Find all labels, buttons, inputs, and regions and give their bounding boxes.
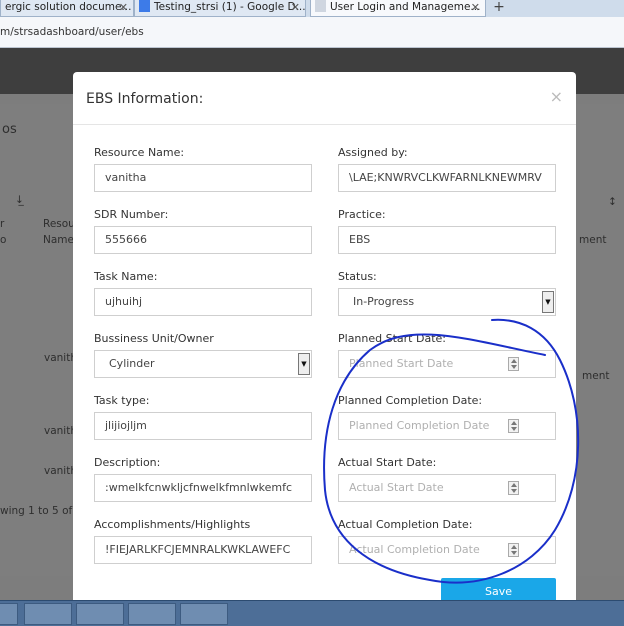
actual-start-placeholder: Actual Start Date: [349, 481, 444, 494]
column-header: Name: [43, 234, 74, 246]
dropdown-arrow-icon[interactable]: ▼: [298, 353, 310, 375]
column-header: Resou: [43, 218, 75, 230]
task-type-input[interactable]: jlijiojljm: [94, 412, 312, 440]
browser-tab[interactable]: ergic solution docume... ✕: [0, 0, 134, 17]
planned-start-date-input[interactable]: Planned Start Date: [338, 350, 556, 378]
new-tab-button[interactable]: +: [488, 0, 510, 16]
address-bar[interactable]: m/strsadashboard/user/ebs: [0, 17, 624, 48]
close-icon[interactable]: ✕: [119, 0, 128, 15]
close-icon[interactable]: ×: [550, 87, 563, 106]
business-unit-value: Cylinder: [109, 357, 155, 370]
page-icon: [315, 0, 326, 12]
planned-completion-date-input[interactable]: Planned Completion Date: [338, 412, 556, 440]
accomplishments-input[interactable]: !FIEJARLKFCJEMNRALKWKLAWEFC: [94, 536, 312, 564]
status-label: Status:: [338, 270, 377, 283]
planned-start-label: Planned Start Date:: [338, 332, 446, 345]
description-input[interactable]: :wmelkfcnwkljcfnwelkfmnlwkemfc: [94, 474, 312, 502]
skype-icon[interactable]: [76, 603, 124, 625]
planned-completion-placeholder: Planned Completion Date: [349, 419, 490, 432]
os-taskbar: [0, 600, 624, 626]
date-spinner-icon[interactable]: [508, 419, 519, 433]
table-cell: ment: [582, 370, 610, 382]
divider: [73, 124, 576, 125]
column-header: o: [0, 234, 7, 246]
task-name-label: Task Name:: [94, 270, 158, 283]
app-icon[interactable]: [128, 603, 176, 625]
accomplishments-label: Accomplishments/Highlights: [94, 518, 251, 531]
task-type-label: Task type:: [94, 394, 150, 407]
tab-title: Testing_strsi (1) - Google D...: [154, 1, 306, 13]
column-header: r: [0, 218, 5, 230]
actual-completion-label: Actual Completion Date:: [338, 518, 473, 531]
sdr-number-input[interactable]: 555666: [94, 226, 312, 254]
tab-title: ergic solution docume...: [5, 1, 132, 13]
pagination-info: wing 1 to 5 of 5: [0, 505, 83, 517]
business-unit-label: Bussiness Unit/Owner: [94, 332, 214, 345]
excel-icon[interactable]: [180, 603, 228, 625]
modal-title: EBS Information:: [86, 91, 204, 107]
description-label: Description:: [94, 456, 161, 469]
dropdown-arrow-icon[interactable]: ▼: [542, 291, 554, 313]
file-explorer-icon[interactable]: [24, 603, 72, 625]
assigned-by-label: Assigned by:: [338, 146, 408, 159]
practice-input[interactable]: EBS: [338, 226, 556, 254]
actual-start-label: Actual Start Date:: [338, 456, 437, 469]
status-value: In-Progress: [353, 295, 415, 308]
column-header: ment: [579, 234, 607, 246]
status-select[interactable]: In-Progress ▼: [338, 288, 556, 316]
browser-tab-active[interactable]: User Login and Manageme... ✕: [310, 0, 486, 17]
google-docs-icon: [139, 0, 150, 12]
section-title: os: [2, 122, 17, 137]
date-spinner-icon[interactable]: [508, 543, 519, 557]
actual-completion-placeholder: Actual Completion Date: [349, 543, 480, 556]
close-icon[interactable]: ✕: [291, 0, 300, 15]
business-unit-select[interactable]: Cylinder ▼: [94, 350, 312, 378]
resource-name-input[interactable]: vanitha: [94, 164, 312, 192]
ebs-info-modal: EBS Information: × Resource Name: vanith…: [73, 72, 576, 606]
close-icon[interactable]: ✕: [471, 0, 480, 15]
practice-label: Practice:: [338, 208, 386, 221]
sort-icon: ↓̲: [15, 194, 24, 206]
start-button[interactable]: [0, 603, 18, 625]
date-spinner-icon[interactable]: [508, 357, 519, 371]
task-name-input[interactable]: ujhuihj: [94, 288, 312, 316]
browser-tab-strip: ergic solution docume... ✕ Testing_strsi…: [0, 0, 624, 17]
resource-name-label: Resource Name:: [94, 146, 185, 159]
sdr-number-label: SDR Number:: [94, 208, 169, 221]
date-spinner-icon[interactable]: [508, 481, 519, 495]
planned-start-placeholder: Planned Start Date: [349, 357, 454, 370]
tab-title: User Login and Manageme...: [330, 1, 481, 13]
url-text: m/strsadashboard/user/ebs: [0, 26, 144, 38]
sort-icon: ↕: [608, 196, 617, 208]
actual-completion-date-input[interactable]: Actual Completion Date: [338, 536, 556, 564]
browser-tab[interactable]: Testing_strsi (1) - Google D... ✕: [134, 0, 306, 17]
actual-start-date-input[interactable]: Actual Start Date: [338, 474, 556, 502]
assigned-by-input[interactable]: \LAE;KNWRVCLKWFARNLKNEWMRV: [338, 164, 556, 192]
planned-completion-label: Planned Completion Date:: [338, 394, 483, 407]
